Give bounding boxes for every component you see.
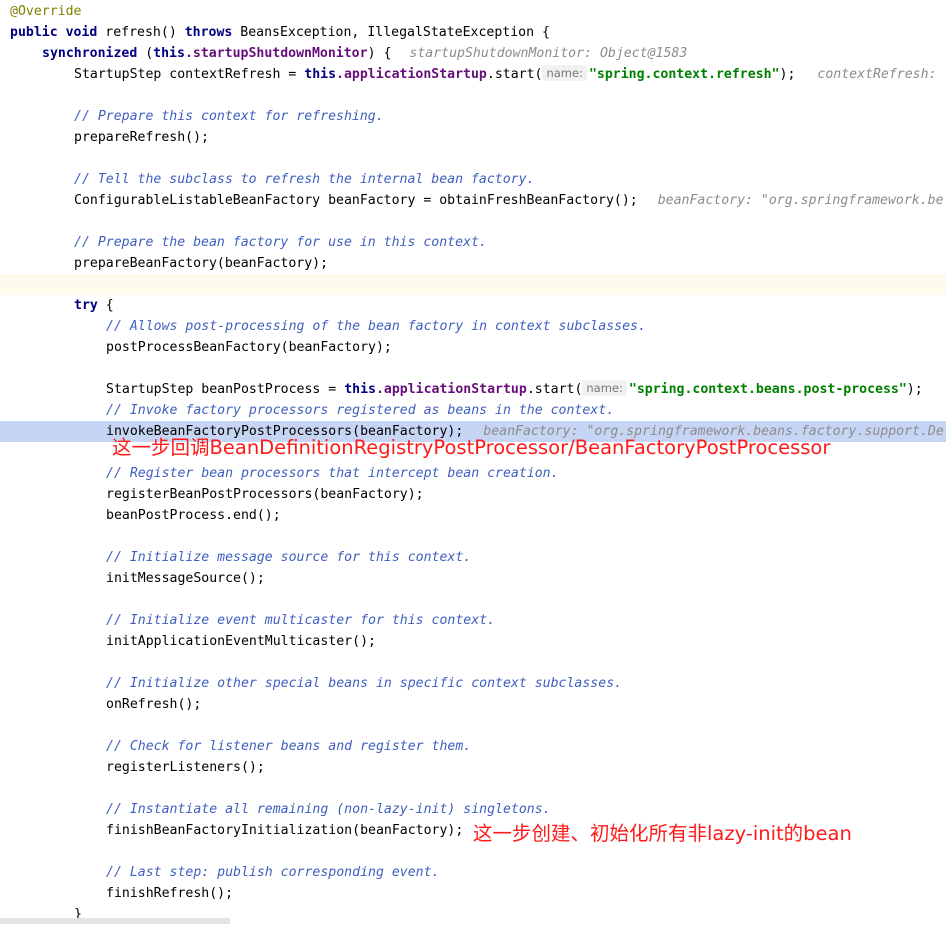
code-text: finishBeanFactoryInitialization(beanFact… <box>106 823 464 838</box>
code-comment: // Prepare the bean factory for use in t… <box>74 235 487 250</box>
code-line-finish-refresh: finishRefresh(); <box>0 883 946 904</box>
code-comment: // Last step: publish corresponding even… <box>106 865 440 880</box>
code-line-comment: // Initialize event multicaster for this… <box>0 610 946 631</box>
code-line-comment: // Instantiate all remaining (non-lazy-i… <box>0 799 946 820</box>
caret-line-highlight[interactable] <box>0 274 946 295</box>
code-line-context-refresh: StartupStep contextRefresh = this.applic… <box>0 64 946 85</box>
code-line-post-process-end: beanPostProcess.end(); <box>0 505 946 526</box>
code-text: ) { <box>367 46 392 61</box>
code-line-comment: // Initialize message source for this co… <box>0 547 946 568</box>
code-comment: // Initialize message source for this co… <box>106 550 472 565</box>
code-text: .start( <box>486 67 543 82</box>
code-text: postProcessBeanFactory(beanFactory); <box>106 340 392 355</box>
string-literal: "spring.context.beans.post-process" <box>628 382 907 397</box>
code-comment: // Register bean processors that interce… <box>106 466 559 481</box>
code-text: StartupStep contextRefresh = <box>74 67 305 82</box>
method-name: refresh() <box>97 25 185 40</box>
field-reference: .applicationStartup <box>336 67 487 82</box>
keyword: throws <box>184 25 233 40</box>
code-line-comment: // Invoke factory processors registered … <box>0 400 946 421</box>
code-line-comment: // Allows post-processing of the bean fa… <box>0 316 946 337</box>
code-line-comment: // Last step: publish corresponding even… <box>0 862 946 883</box>
code-line-prepare-refresh: prepareRefresh(); <box>0 127 946 148</box>
debug-value-hint: contextRefresh: <box>817 67 937 82</box>
code-comment: // Prepare this context for refreshing. <box>74 109 384 124</box>
code-line-init-message-source: initMessageSource(); <box>0 568 946 589</box>
code-comment: // Tell the subclass to refresh the inte… <box>74 172 535 187</box>
keyword: this <box>344 382 376 397</box>
code-line-bean-post-process: StartupStep beanPostProcess = this.appli… <box>0 379 946 400</box>
code-line-init-multicaster: initApplicationEventMulticaster(); <box>0 631 946 652</box>
code-line-comment: // Prepare this context for refreshing. <box>0 106 946 127</box>
debug-value-hint: startupShutdownMonitor: Object@1583 <box>409 46 688 61</box>
code-text: onRefresh(); <box>106 697 202 712</box>
code-text: finishRefresh(); <box>106 886 234 901</box>
code-line-method-signature: public void refresh() throws BeansExcept… <box>0 22 946 43</box>
code-comment: // Invoke factory processors registered … <box>106 403 615 418</box>
code-comment: // Allows post-processing of the bean fa… <box>106 319 646 334</box>
code-line-comment: // Initialize other special beans in spe… <box>0 673 946 694</box>
code-line-comment: // Tell the subclass to refresh the inte… <box>0 169 946 190</box>
code-line-comment: // Prepare the bean factory for use in t… <box>0 232 946 253</box>
code-text: prepareBeanFactory(beanFactory); <box>74 256 329 271</box>
keyword: try <box>74 298 98 313</box>
code-line-prepare-bean-factory: prepareBeanFactory(beanFactory); <box>0 253 946 274</box>
annotation-finish-initialization: 这一步创建、初始化所有非lazy-init的bean <box>473 822 852 845</box>
code-line-obtain-factory: ConfigurableListableBeanFactory beanFact… <box>0 190 946 211</box>
code-comment: // Check for listener beans and register… <box>106 739 472 754</box>
code-text: ); <box>779 67 796 82</box>
keyword: public <box>10 25 58 40</box>
keyword: void <box>65 25 98 40</box>
code-text: initApplicationEventMulticaster(); <box>106 634 376 649</box>
debug-value-hint: beanFactory: "org.springframework.be <box>657 193 944 208</box>
code-text: prepareRefresh(); <box>74 130 209 145</box>
code-line-on-refresh: onRefresh(); <box>0 694 946 715</box>
parameter-hint: name: <box>542 65 587 81</box>
code-line-register-listeners: registerListeners(); <box>0 757 946 778</box>
code-comment: // Instantiate all remaining (non-lazy-i… <box>106 802 551 817</box>
code-line-synchronized: synchronized (this.startupShutdownMonito… <box>0 43 946 64</box>
code-text: initMessageSource(); <box>106 571 265 586</box>
field-reference: .startupShutdownMonitor <box>184 46 368 61</box>
exception-list: BeansException, IllegalStateException { <box>232 25 550 40</box>
code-text: ); <box>906 382 923 397</box>
code-line-try: try { <box>0 295 946 316</box>
keyword: this <box>304 67 337 82</box>
code-line-override: @Override <box>0 1 946 22</box>
code-text: .start( <box>526 382 583 397</box>
annotation-invoke-processors: 这一步回调BeanDefinitionRegistryPostProcessor… <box>112 436 831 459</box>
code-text: registerBeanPostProcessors(beanFactory); <box>106 487 424 502</box>
override-annotation: @Override <box>10 4 82 19</box>
code-line-register-processors: registerBeanPostProcessors(beanFactory); <box>0 484 946 505</box>
code-text: registerListeners(); <box>106 760 265 775</box>
code-comment: // Initialize event multicaster for this… <box>106 613 496 628</box>
parameter-hint: name: <box>582 380 627 396</box>
code-text: ( <box>137 46 154 61</box>
code-text: ConfigurableListableBeanFactory beanFact… <box>74 193 638 208</box>
string-literal: "spring.context.refresh" <box>588 67 780 82</box>
code-line-comment: // Check for listener beans and register… <box>0 736 946 757</box>
code-text: StartupStep beanPostProcess = <box>106 382 345 397</box>
code-comment: // Initialize other special beans in spe… <box>106 676 623 691</box>
field-reference: .applicationStartup <box>375 382 527 397</box>
keyword: this <box>153 46 185 61</box>
horizontal-scrollbar[interactable] <box>0 918 230 924</box>
code-text: beanPostProcess.end(); <box>106 508 281 523</box>
code-line-comment: // Register bean processors that interce… <box>0 463 946 484</box>
code-text: { <box>97 298 114 313</box>
code-line-post-process-factory: postProcessBeanFactory(beanFactory); <box>0 337 946 358</box>
keyword: synchronized <box>42 46 138 61</box>
